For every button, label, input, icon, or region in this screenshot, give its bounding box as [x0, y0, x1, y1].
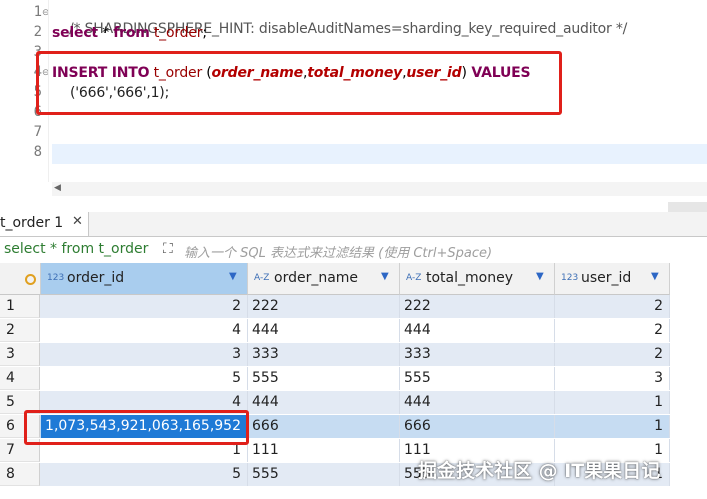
cell-total-money[interactable]: 444 — [400, 319, 555, 342]
sort-dropdown-icon[interactable]: ▼ — [651, 271, 659, 282]
select-star: * — [97, 25, 114, 41]
column-header-order-id[interactable]: 123 order_id ▼ — [41, 263, 248, 295]
text-type-icon: A-Z — [254, 273, 270, 283]
keyword-select: select — [52, 25, 98, 41]
cell-user-id[interactable]: 1 — [555, 415, 670, 438]
cell-total-money[interactable]: 333 — [400, 343, 555, 366]
cell-order-name[interactable]: 111 — [248, 439, 400, 462]
cell-total-money[interactable]: 555 — [400, 367, 555, 390]
select-all-icon[interactable] — [25, 274, 36, 285]
annotation-highlight-insert — [36, 51, 562, 115]
current-line-highlight — [52, 144, 707, 164]
cell-order-name[interactable]: 444 — [248, 319, 400, 342]
row-number[interactable]: 1 — [0, 295, 40, 318]
cell-order-name[interactable]: 666 — [248, 415, 400, 438]
numeric-type-icon: 123 — [561, 273, 579, 283]
row-number[interactable]: 8 — [0, 463, 40, 486]
cell-total-money[interactable]: 666 — [400, 415, 555, 438]
sort-dropdown-icon[interactable]: ▼ — [381, 271, 389, 282]
cell-order-id[interactable]: 4 — [41, 319, 248, 342]
result-query-label: select * from t_order — [4, 241, 149, 257]
column-name: user_id — [581, 270, 632, 286]
code-line-2: select * from t_order; — [52, 25, 207, 41]
cell-order-name[interactable]: 222 — [248, 295, 400, 318]
annotation-highlight-order-id — [24, 410, 249, 445]
sql-editor[interactable]: 1 2 3 4 5 6 7 8 ⊖ ⊖ /* SHARDINGSPHERE_HI… — [0, 0, 707, 182]
cell-order-id[interactable]: 5 — [41, 463, 248, 486]
sort-dropdown-icon[interactable]: ▼ — [536, 271, 544, 282]
cell-order-name[interactable]: 555 — [248, 367, 400, 390]
cell-order-id[interactable]: 5 — [41, 367, 248, 390]
cell-user-id[interactable]: 2 — [555, 343, 670, 366]
tab-label: t_order 1 — [0, 215, 64, 231]
column-name: order_id — [67, 270, 125, 286]
line-number: 1 — [33, 4, 42, 20]
filter-expand-icon[interactable]: ⛶ — [163, 241, 173, 257]
row-number[interactable]: 3 — [0, 343, 40, 366]
column-header-order-name[interactable]: A-Z order_name ▼ — [248, 263, 400, 295]
table-row[interactable]: 3 3 333 333 2 — [0, 343, 670, 366]
table-name: t_order — [149, 25, 203, 41]
cell-user-id[interactable]: 2 — [555, 295, 670, 318]
column-header-user-id[interactable]: 123 user_id ▼ — [555, 263, 670, 295]
numeric-type-icon: 123 — [47, 273, 65, 283]
cell-order-id[interactable]: 2 — [41, 295, 248, 318]
line-number: 7 — [33, 124, 42, 140]
grid-empty-area — [670, 295, 707, 499]
cell-order-name[interactable]: 555 — [248, 463, 400, 486]
row-number[interactable]: 4 — [0, 367, 40, 390]
cell-total-money[interactable]: 444 — [400, 391, 555, 414]
line-number: 8 — [33, 144, 42, 160]
filter-bar: select * from t_order ⛶ 输入一个 SQL 表达式来过滤结… — [0, 237, 707, 264]
table-row[interactable]: 4 5 555 555 3 — [0, 367, 670, 390]
row-number-header[interactable] — [0, 263, 41, 295]
column-name: order_name — [274, 270, 359, 286]
cell-user-id[interactable]: 1 — [555, 391, 670, 414]
filter-input[interactable]: 输入一个 SQL 表达式来过滤结果 (使用 Ctrl+Space) — [184, 242, 492, 261]
semicolon: ; — [202, 25, 207, 41]
cell-user-id[interactable]: 2 — [555, 319, 670, 342]
column-name: total_money — [426, 270, 513, 286]
watermark: 掘金技术社区 @ IT果果日记 — [418, 460, 661, 482]
panel-splitter[interactable] — [668, 202, 707, 212]
row-number[interactable]: 2 — [0, 319, 40, 342]
sort-dropdown-icon[interactable]: ▼ — [229, 271, 237, 282]
result-tab-strip — [0, 212, 707, 237]
table-row[interactable]: 1 2 222 222 2 — [0, 295, 670, 318]
text-type-icon: A-Z — [406, 273, 422, 283]
line-number: 2 — [33, 24, 42, 40]
tab-t-order-1[interactable]: t_order 1 ✕ — [0, 212, 89, 236]
cell-total-money[interactable]: 222 — [400, 295, 555, 318]
cell-user-id[interactable]: 3 — [555, 367, 670, 390]
cell-order-name[interactable]: 444 — [248, 391, 400, 414]
cell-order-id[interactable]: 3 — [41, 343, 248, 366]
column-header-total-money[interactable]: A-Z total_money ▼ — [400, 263, 555, 295]
editor-horizontal-scrollbar[interactable] — [52, 182, 707, 196]
keyword-from: from — [113, 25, 150, 41]
close-icon[interactable]: ✕ — [72, 214, 83, 229]
scroll-left-icon[interactable]: ◀ — [54, 183, 61, 193]
table-row[interactable]: 2 4 444 444 2 — [0, 319, 670, 342]
cell-order-name[interactable]: 333 — [248, 343, 400, 366]
